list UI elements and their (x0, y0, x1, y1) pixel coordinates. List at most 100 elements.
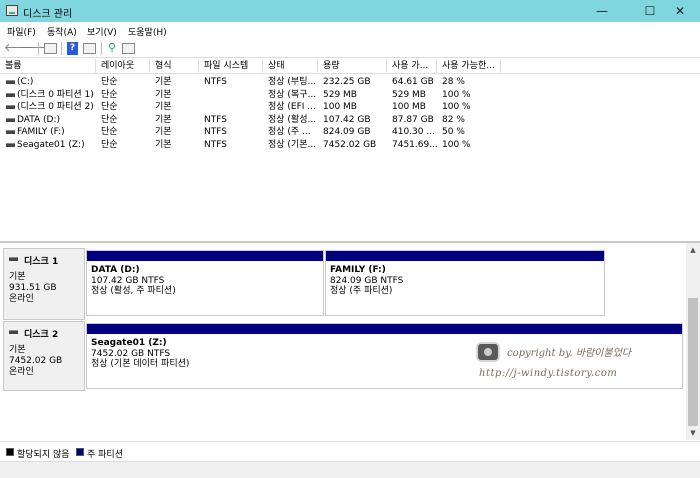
volume-row[interactable]: Seagate01 (Z:) 단순 기본 NTFS 정상 (기본... 7452.02 G… (0, 139, 700, 152)
partition-family-f[interactable]: FAMILY (F:) 824.09 GB NTFS 정상 (주 파티션) (325, 250, 605, 316)
toolbar-separator (38, 42, 39, 55)
unallocated-swatch (6, 448, 14, 456)
disk-icon (9, 330, 18, 334)
volume-percent-free: 100 % (442, 102, 471, 113)
column-header-status[interactable]: 상태 (263, 59, 318, 74)
volume-status: 정상 (기본... (268, 140, 317, 150)
scroll-thumb[interactable] (688, 298, 698, 426)
partition-type-bar (326, 251, 604, 261)
legend-unallocated: 할당되지 않음 (17, 450, 70, 460)
volume-layout: 단순 (101, 114, 118, 125)
window-title: 디스크 관리 (23, 9, 73, 20)
volume-name: FAMILY (F:) (17, 127, 65, 138)
volume-percent-free: 100 % (442, 89, 471, 100)
menu-view[interactable]: 보기(V) (87, 25, 117, 38)
minimize-button[interactable]: — (582, 0, 622, 22)
disk-name-label: 디스크 2 (24, 330, 59, 340)
column-header-percent-free[interactable]: 사용 가능한... (437, 59, 501, 74)
column-header-layout[interactable]: 레이아웃 (96, 59, 150, 74)
volume-type: 기본 (155, 77, 172, 87)
status-bar (0, 461, 700, 478)
volume-row[interactable]: (C:) 단순 기본 NTFS 정상 (부팅... 232.25 GB 64.61 GB 28… (0, 76, 700, 89)
volume-icon (6, 117, 15, 122)
watermark-copyright: copyright by. 바람이불었다 (507, 348, 631, 359)
volume-layout: 단순 (101, 89, 118, 100)
partition-details: DATA (D:) 107.42 GB NTFS 정상 (활성, 주 파티션) (91, 265, 321, 297)
column-header-capacity[interactable]: 용량 (318, 59, 387, 74)
volume-layout: 단순 (101, 102, 118, 113)
partition-title: DATA (D:) (91, 265, 140, 275)
volume-capacity: 824.09 GB (323, 127, 371, 138)
menu-action[interactable]: 동작(A) (47, 25, 77, 38)
volume-capacity: 7452.02 GB (323, 140, 377, 150)
volume-capacity: 100 MB (323, 102, 357, 113)
partition-size: 824.09 GB NTFS (330, 275, 404, 286)
column-header-type[interactable]: 형식 (150, 59, 199, 74)
rescan-icon[interactable]: ⚲ (105, 41, 119, 55)
volume-capacity: 529 MB (323, 89, 357, 100)
console-tree-icon[interactable] (44, 43, 57, 54)
volume-percent-free: 50 % (442, 127, 465, 138)
volume-type: 기본 (155, 114, 172, 125)
volume-type: 기본 (155, 140, 172, 150)
disk-2-info[interactable]: 디스크 2 기본 7452.02 GB 온라인 (3, 321, 85, 391)
volume-name: DATA (D:) (17, 114, 61, 125)
volume-name: (디스크 0 파티션 1) (17, 89, 94, 100)
volume-name: (디스크 0 파티션 2) (17, 102, 94, 113)
volume-free-space: 410.30 ... (392, 127, 435, 138)
watermark: copyright by. 바람이불었다 http://j-windy.tist… (473, 340, 683, 386)
volume-row[interactable]: (디스크 0 파티션 1) 단순 기본 정상 (복구... 529 MB 529 MB 10… (0, 89, 700, 102)
partition-status: 정상 (활성, 주 파티션) (91, 286, 176, 296)
volume-row[interactable]: (디스크 0 파티션 2) 단순 기본 정상 (EFI ... 100 MB 100 MB… (0, 101, 700, 114)
partition-data-d[interactable]: DATA (D:) 107.42 GB NTFS 정상 (활성, 주 파티션) (86, 250, 324, 316)
toolbar-separator (61, 42, 62, 55)
volume-free-space: 100 MB (392, 102, 426, 113)
menu-bar: 파일(F) 동작(A) 보기(V) 도움말(H) (0, 22, 700, 39)
disk-name: 디스크 1 (9, 254, 79, 267)
column-header-spacer (501, 59, 700, 74)
disk-1-info[interactable]: 디스크 1 기본 931.51 GB 온라인 (3, 248, 85, 320)
column-header-file-system[interactable]: 파일 시스템 (199, 59, 263, 74)
partition-size: 107.42 GB NTFS (91, 275, 165, 286)
volume-icon (6, 105, 15, 110)
disk-status: 온라인 (9, 367, 34, 377)
volume-filesystem: NTFS (204, 127, 227, 138)
vertical-scrollbar[interactable]: ▲ ▼ (686, 243, 700, 440)
scroll-down-icon[interactable]: ▼ (686, 426, 700, 440)
back-arrow-icon[interactable]: 🡐 (4, 41, 34, 55)
scroll-up-icon[interactable]: ▲ (686, 243, 700, 257)
volume-capacity: 107.42 GB (323, 114, 371, 125)
volume-free-space: 64.61 GB (392, 77, 434, 87)
volume-filesystem: NTFS (204, 114, 227, 125)
menu-file[interactable]: 파일(F) (7, 25, 36, 38)
volume-row[interactable]: DATA (D:) 단순 기본 NTFS 정상 (활성... 107.42 GB 87.87… (0, 114, 700, 127)
disk-name-label: 디스크 1 (24, 257, 59, 267)
volume-name: (C:) (17, 77, 34, 87)
properties-icon[interactable] (83, 43, 96, 54)
volume-type: 기본 (155, 89, 172, 100)
volume-row[interactable]: FAMILY (F:) 단순 기본 NTFS 정상 (주 ... 824.09 GB 410… (0, 126, 700, 139)
disk-management-app-icon (6, 5, 18, 16)
volume-type: 기본 (155, 127, 172, 138)
volume-name: Seagate01 (Z:) (17, 140, 85, 150)
column-header-free-space[interactable]: 사용 가... (387, 59, 437, 74)
camera-icon (476, 342, 500, 362)
help-icon[interactable]: ? (67, 42, 78, 55)
disk-name: 디스크 2 (9, 327, 79, 340)
disk-size: 7452.02 GB (9, 356, 63, 366)
volume-icon (6, 143, 15, 147)
forward-arrow-icon[interactable]: 🡒 (20, 41, 50, 55)
volume-percent-free: 28 % (442, 77, 465, 87)
volume-status: 정상 (활성... (268, 114, 317, 125)
disk-type: 기본 (9, 272, 26, 282)
volume-layout: 단순 (101, 77, 118, 87)
partition-type-bar (87, 324, 682, 334)
menu-help[interactable]: 도움말(H) (128, 25, 167, 38)
title-bar: 디스크 관리 — ☐ ✕ (0, 0, 700, 22)
volume-icon (6, 130, 15, 135)
close-button[interactable]: ✕ (660, 0, 700, 22)
volume-percent-free: 82 % (442, 114, 465, 125)
column-header-volume[interactable]: 볼륨 (0, 59, 96, 74)
settings-icon[interactable] (122, 43, 135, 54)
partition-status: 정상 (주 파티션) (330, 286, 393, 296)
